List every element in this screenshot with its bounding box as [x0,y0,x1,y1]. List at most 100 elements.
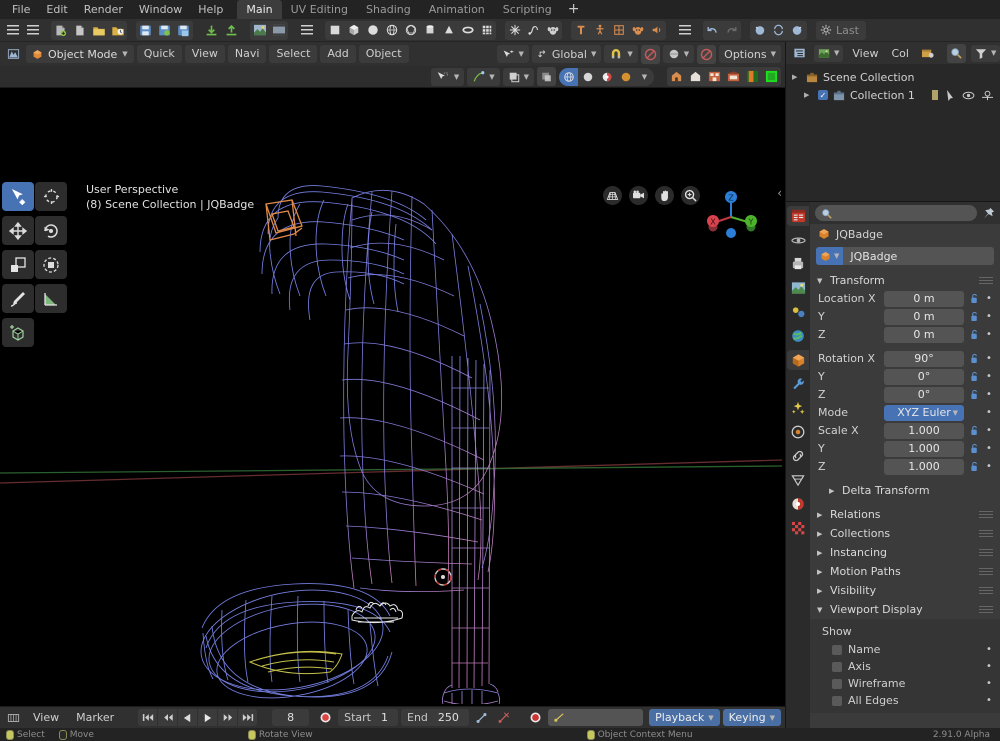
properties-tab-physics[interactable] [787,422,809,442]
animate-dot-icon[interactable]: • [984,293,994,303]
object-name-field[interactable]: ▼ JQBadge [816,247,994,265]
viewport-menu-view[interactable]: View [184,45,225,63]
timeline-menu-view[interactable]: View [26,711,66,724]
tweak-tool[interactable] [2,182,34,211]
scale-x-field[interactable]: 1.000 [884,422,964,439]
toggle-camera-grid-icon[interactable] [603,186,622,205]
sidebar-toggle-arrow-icon[interactable]: ‹ [777,186,782,200]
properties-tab-world[interactable] [787,326,809,346]
viewport-menu-quick[interactable]: Quick [136,45,182,63]
interaction-mode-dropdown[interactable]: Object Mode ▼ [26,45,134,63]
lock-icon[interactable] [968,442,980,456]
jump-start-button[interactable] [138,709,158,726]
animate-dot-icon[interactable]: • [984,329,994,339]
editor-type-icon[interactable] [23,21,42,40]
show-gizmo-dropdown[interactable]: ▼ [467,67,500,86]
show-axis-checkbox[interactable] [832,661,842,672]
auto-keyframe-off-icon[interactable] [494,708,513,727]
rotation-z-field[interactable]: 0° [884,386,964,403]
viewport-canvas[interactable]: User Perspective (8) Scene Collection | … [0,88,785,706]
lock-icon[interactable] [968,292,980,306]
undo-history-icon[interactable] [750,20,769,40]
monkey-head-icon[interactable] [628,20,647,40]
lock-icon[interactable] [968,310,980,324]
play-button[interactable] [198,709,218,726]
location-x-field[interactable]: 0 m [884,290,964,307]
cube-icon[interactable] [344,20,363,40]
properties-tab-tool[interactable] [787,206,809,226]
navigation-gizmo[interactable]: Z X Y [699,183,763,247]
playback-dropdown[interactable]: Playback ▼ [649,709,720,726]
location-z-field[interactable]: 0 m [884,326,964,343]
properties-tab-scene[interactable] [787,302,809,322]
scene-preset-4-icon[interactable] [724,67,743,86]
proportional-connected-toggle[interactable] [697,44,717,64]
viewport-menu-select[interactable]: Select [269,45,318,63]
animate-dot-icon[interactable]: • [984,425,994,435]
scene-preset-2-icon[interactable] [686,67,705,86]
next-keyframe-button[interactable] [218,709,238,726]
armature-icon[interactable] [590,20,609,40]
select-tool-dropdown[interactable]: ▼ [430,67,465,86]
workspace-tab-uv-editing[interactable]: UV Editing [282,0,357,19]
overflow-menu-icon[interactable] [675,21,694,40]
cylinder-icon[interactable] [420,20,439,40]
render-animation-icon[interactable] [269,20,288,40]
disclosure-triangle-icon[interactable]: ▶ [792,73,801,81]
recent-folder-icon[interactable] [108,20,127,40]
scene-preset-6-icon[interactable] [762,67,781,86]
icosphere-icon[interactable] [401,20,420,40]
shading-rendered-button[interactable] [616,68,635,86]
auto-keying-icon[interactable] [316,708,335,727]
new-file-icon[interactable] [51,20,70,40]
workspace-tab-scripting[interactable]: Scripting [494,0,561,19]
outliner-menu-collection[interactable]: Col [888,47,913,60]
proportional-editing-toggle[interactable] [640,44,660,64]
cursor-tool[interactable] [35,182,67,211]
measure-tool[interactable] [35,284,67,313]
properties-tab-object[interactable] [787,350,809,370]
new-collection-icon[interactable] [918,44,937,63]
animate-dot-icon[interactable]: • [984,353,994,363]
export-icon[interactable] [222,21,241,40]
save-file-icon[interactable] [136,20,155,40]
eye-icon[interactable] [962,91,975,100]
transform-panel-header[interactable]: ▼ Transform [810,271,1000,290]
disclosure-triangle-icon[interactable]: ▶ [804,91,813,99]
adjust-last-operation-button[interactable]: Last [816,20,866,40]
instancing-panel-header[interactable]: ▶ Instancing [810,543,1000,562]
editor-type-outliner-icon[interactable] [790,44,809,63]
pan-view-icon[interactable] [655,186,674,205]
transform-orientation-dropdown[interactable]: Global ▼ [531,45,602,63]
xray-toggle-icon[interactable] [537,67,556,86]
camera-render-icon[interactable] [981,90,994,101]
show-wireframe-checkbox[interactable] [832,678,842,689]
properties-tab-render[interactable] [787,230,809,250]
prev-keyframe-button[interactable] [158,709,178,726]
import-icon[interactable] [202,21,221,40]
text-icon[interactable] [571,20,590,40]
frame-start-field[interactable]: Start 1 [338,709,398,726]
properties-tab-data[interactable] [787,470,809,490]
blank-file-icon[interactable] [70,20,89,40]
shading-material-button[interactable] [597,68,616,86]
collections-panel-header[interactable]: ▶ Collections [810,524,1000,543]
pin-id-icon[interactable] [982,207,995,220]
save-copy-icon[interactable] [174,20,193,40]
lock-icon[interactable] [968,424,980,438]
shading-solid-button[interactable] [578,68,597,86]
undo-icon[interactable] [703,20,722,40]
grid-icon[interactable] [477,20,496,40]
menu-file[interactable]: File [4,0,38,19]
menu-render[interactable]: Render [76,0,131,19]
plane-icon[interactable] [325,20,344,40]
collection-checkbox[interactable]: ✓ [818,90,828,100]
properties-tab-material[interactable] [787,494,809,514]
shading-options-chevron[interactable]: ▼ [635,68,654,86]
zoom-view-icon[interactable] [681,186,700,205]
properties-tab-view-layer[interactable] [787,278,809,298]
scene-preset-3-icon[interactable] [705,67,724,86]
animate-dot-icon[interactable]: • [984,461,994,471]
properties-tab-modifier[interactable] [787,374,809,394]
viewport-menu-navi[interactable]: Navi [227,45,267,63]
